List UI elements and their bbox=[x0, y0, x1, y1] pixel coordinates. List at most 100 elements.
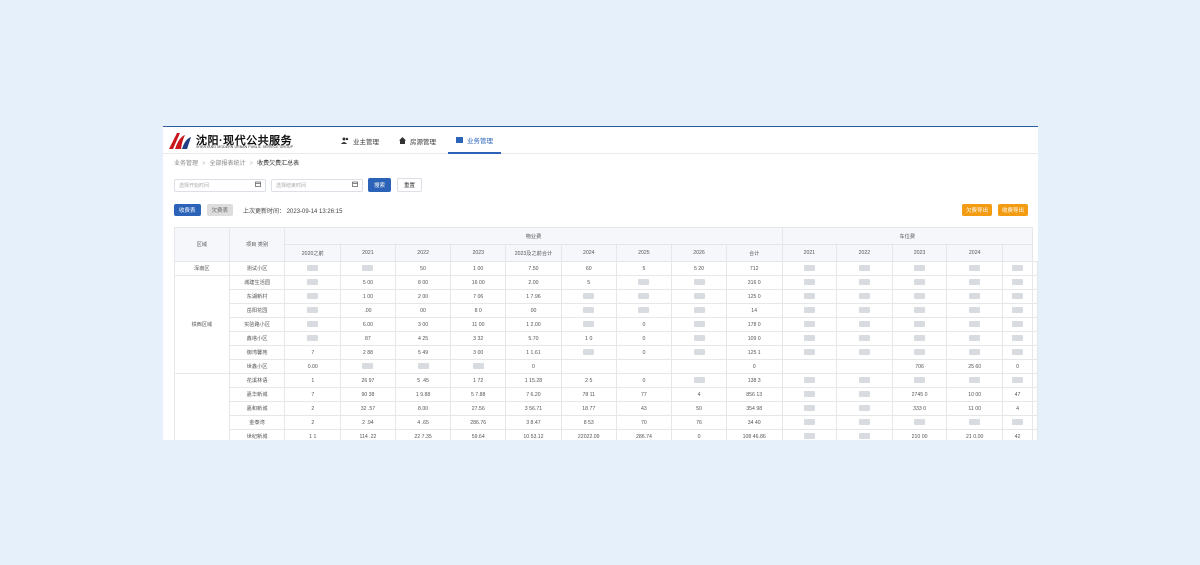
cell-value: 4 bbox=[671, 387, 727, 402]
nav-business-management[interactable]: 业务管理 bbox=[448, 127, 501, 154]
cell-value: 2 88 bbox=[340, 345, 396, 360]
table-row: 铁西区域 城建生活园 5 00 8 00 16 00 2.00 5 316 0 bbox=[174, 275, 1038, 374]
table-row: 嘉华新城 7 90 38 1 9.88 5 7.88 7 6.20 78 11 77 4 856 … bbox=[175, 387, 1038, 402]
cell-value bbox=[671, 303, 727, 318]
cell-value: 2.00 bbox=[505, 275, 562, 290]
main-nav: 业主管理 房源管理 业务管理 bbox=[333, 127, 505, 154]
cell-project[interactable]: 御湾馨苑 bbox=[228, 345, 286, 360]
cell-value: 90 38 bbox=[340, 387, 396, 402]
cell-value bbox=[946, 373, 1004, 388]
cell-value bbox=[1002, 415, 1033, 430]
redacted-value bbox=[1012, 321, 1023, 328]
cell-value bbox=[1002, 317, 1033, 332]
search-button[interactable]: 搜索 bbox=[368, 178, 392, 192]
cell-value: 43 bbox=[615, 401, 673, 416]
redacted-value bbox=[858, 279, 870, 286]
nav-house-management[interactable]: 房源管理 bbox=[391, 127, 444, 154]
cell-value: 1 00 bbox=[340, 289, 396, 304]
header-parking-year: 2023 bbox=[891, 244, 948, 262]
redacted-value bbox=[914, 335, 926, 342]
cell-value: 21 0.00 bbox=[946, 429, 1004, 440]
cell-value: 125 1 bbox=[725, 345, 783, 360]
redacted-value bbox=[914, 307, 926, 314]
cell-project[interactable]: 实验路小区 bbox=[228, 317, 286, 332]
cell-value bbox=[781, 303, 838, 318]
cell-value bbox=[836, 387, 893, 402]
cell-value: 32 .57 bbox=[340, 401, 396, 416]
cell-value bbox=[1032, 373, 1038, 388]
cell-value bbox=[1032, 289, 1038, 304]
cell-value bbox=[836, 275, 893, 290]
cell-project[interactable]: 世纪新城 bbox=[228, 429, 286, 440]
cell-value: 10 53.12 bbox=[505, 429, 562, 440]
cell-project[interactable]: 花溪林语 bbox=[228, 373, 286, 388]
cell-value: 1 1.61 bbox=[505, 345, 562, 360]
table-row: 浑南区 测试小区 50 1 00 7.50 60 5 5 20 712 bbox=[174, 261, 1038, 276]
cell-value: 109 0 bbox=[725, 331, 783, 346]
cell-project[interactable]: 东湖新村 bbox=[228, 289, 286, 304]
redacted-value bbox=[803, 307, 815, 314]
cell-value bbox=[836, 373, 893, 388]
cell-value bbox=[1032, 303, 1038, 318]
cell-value: 4 bbox=[1002, 401, 1033, 416]
redacted-value bbox=[803, 335, 815, 342]
header-parking-year: 2024 bbox=[946, 244, 1004, 262]
redacted-value bbox=[914, 377, 926, 384]
cell-value: 87 bbox=[340, 331, 396, 346]
cell-value bbox=[946, 303, 1004, 318]
cell-value: 4 25 bbox=[394, 331, 452, 346]
table-row: 御湾馨苑 7 2 88 5 49 3 00 1 1.61 0 125 1 bbox=[175, 345, 1038, 360]
start-date-input[interactable]: 选择开始时间 bbox=[174, 178, 266, 192]
tab-arrears[interactable]: 欠费表 bbox=[206, 204, 234, 216]
cell-value bbox=[781, 261, 838, 276]
cell-project[interactable]: 金泰湾 bbox=[228, 415, 286, 430]
redacted-value bbox=[693, 279, 705, 286]
redacted-value bbox=[803, 265, 815, 272]
cell-value: 2 00 bbox=[394, 289, 452, 304]
cell-value bbox=[284, 261, 342, 276]
breadcrumb-item[interactable]: 全部报表统计 bbox=[210, 161, 246, 167]
cell-value: 3 56.71 bbox=[505, 401, 562, 416]
cell-value bbox=[946, 275, 1004, 290]
cell-project[interactable]: 测试小区 bbox=[228, 261, 286, 276]
redacted-value bbox=[914, 349, 926, 356]
cell-project[interactable]: 岳阳花园 bbox=[228, 303, 286, 318]
cell-value: 8.00 bbox=[394, 401, 452, 416]
redacted-value bbox=[969, 293, 981, 300]
cell-value bbox=[615, 359, 673, 374]
cell-value: 7 6.20 bbox=[505, 387, 562, 402]
cell-value bbox=[284, 289, 342, 304]
cell-value: 1 00 bbox=[450, 261, 507, 276]
cell-project[interactable]: 嘉华新城 bbox=[228, 387, 286, 402]
cell-value bbox=[836, 261, 893, 276]
export-charge-button[interactable]: 收费导出 bbox=[998, 204, 1029, 216]
redacted-value bbox=[693, 293, 705, 300]
cell-value bbox=[836, 401, 893, 416]
redacted-value bbox=[693, 307, 705, 314]
export-arrears-button[interactable]: 欠费导出 bbox=[962, 204, 993, 216]
redacted-value bbox=[638, 279, 650, 286]
cell-value: 16 00 bbox=[450, 275, 507, 290]
cell-project[interactable]: 鑫塔小区 bbox=[228, 331, 286, 346]
redacted-value bbox=[969, 265, 981, 272]
report-tabs: 收费表 欠费表 上次更新时间： 2023-09-14 13:26:15 bbox=[174, 204, 342, 216]
nav-owner-management[interactable]: 业主管理 bbox=[333, 127, 387, 154]
breadcrumb-item[interactable]: 业务管理 bbox=[174, 161, 198, 167]
redacted-value bbox=[638, 293, 650, 300]
header-property-fee: 物业费 bbox=[284, 227, 783, 245]
calendar-icon bbox=[352, 181, 358, 189]
cell-project[interactable]: 世鑫小区 bbox=[228, 359, 286, 374]
redacted-value bbox=[803, 433, 815, 440]
cell-project[interactable]: 嘉和新城 bbox=[228, 401, 286, 416]
cell-value bbox=[394, 359, 452, 374]
tab-charge[interactable]: 收费表 bbox=[174, 204, 201, 216]
end-date-input[interactable]: 选择结束时间 bbox=[271, 178, 363, 192]
cell-value bbox=[560, 345, 617, 360]
cell-value: 856 13 bbox=[725, 387, 783, 402]
cell-value bbox=[615, 303, 673, 318]
redacted-value bbox=[803, 293, 815, 300]
last-updated-text: 上次更新时间： 2023-09-14 13:26:15 bbox=[243, 208, 343, 215]
reset-button[interactable]: 重置 bbox=[397, 178, 423, 192]
cell-project[interactable]: 城建生活园 bbox=[228, 275, 286, 290]
folder-icon bbox=[456, 136, 463, 143]
